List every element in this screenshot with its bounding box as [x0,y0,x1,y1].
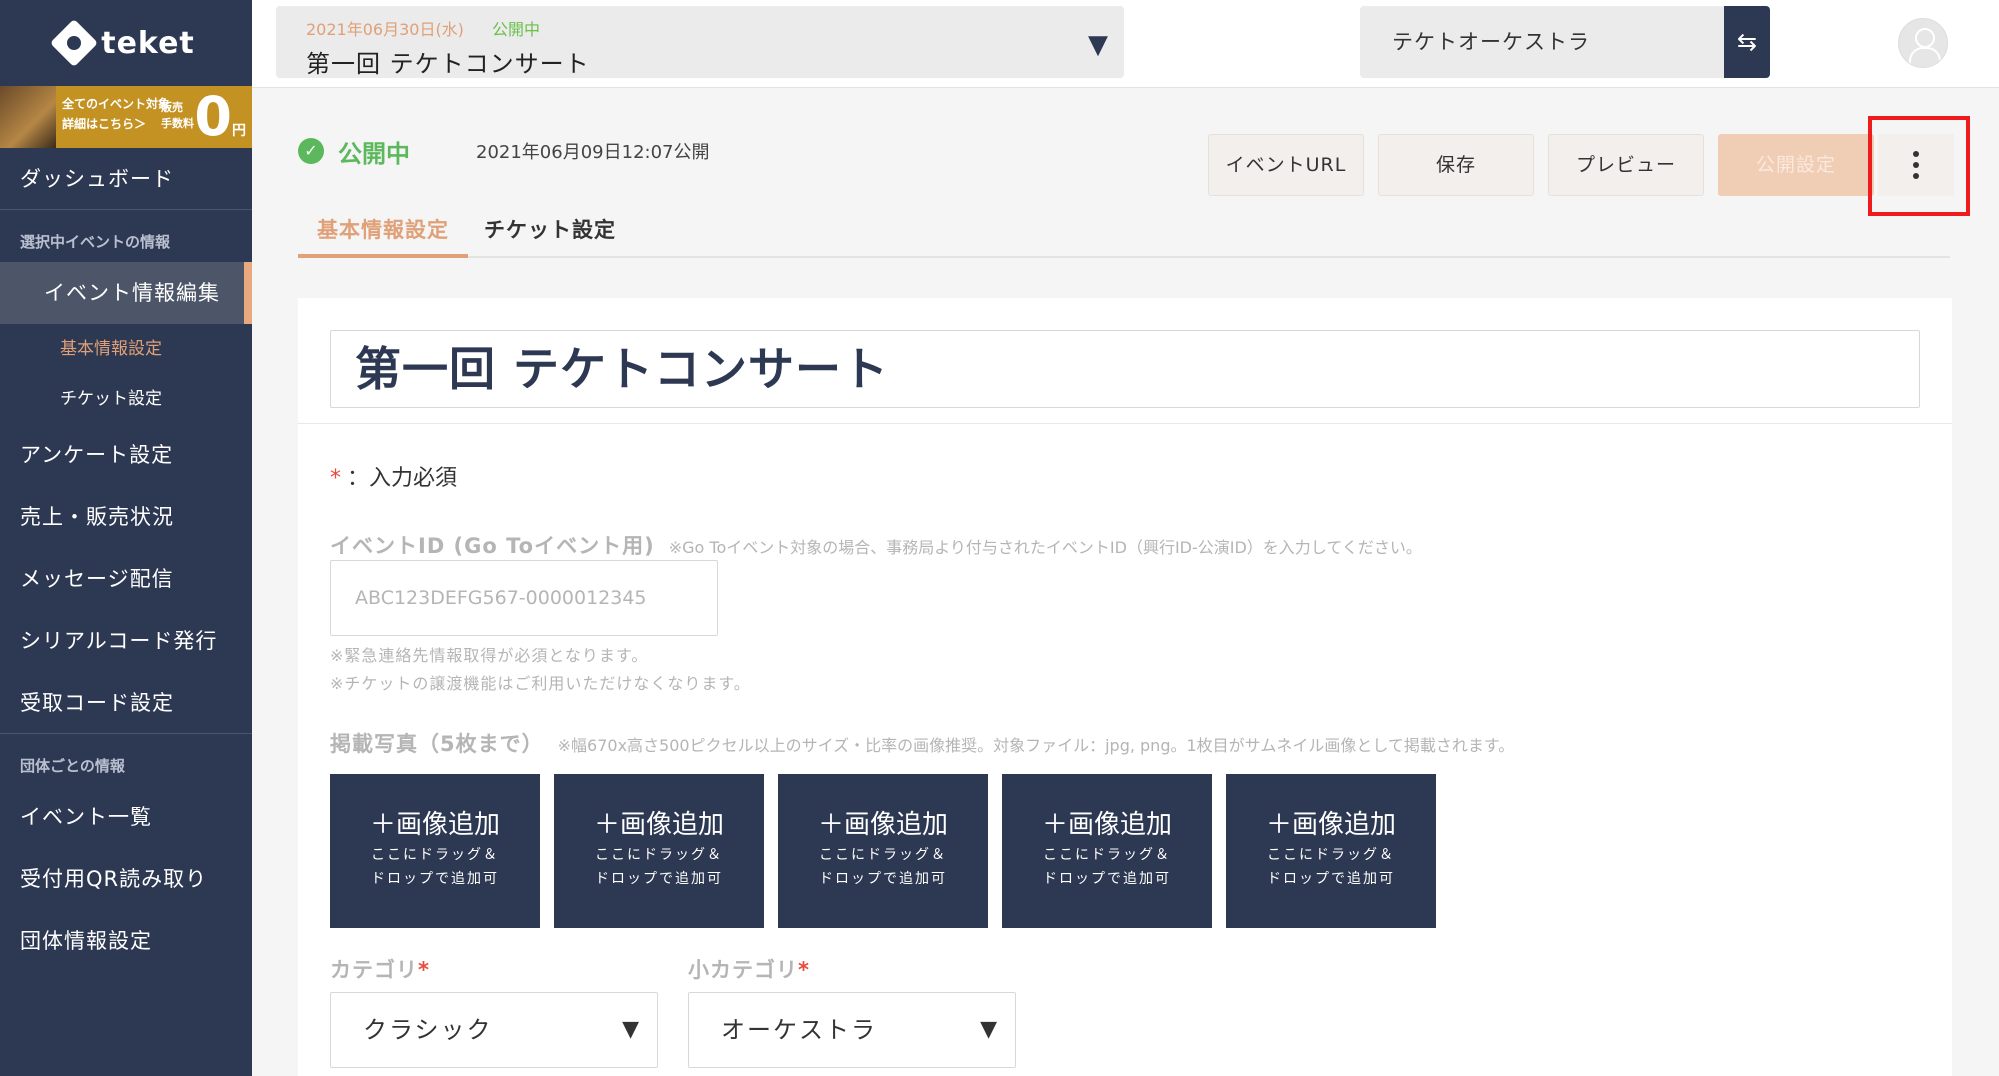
banner-photo [0,86,56,148]
tab-basic[interactable]: 基本情報設定 [298,206,468,258]
add-image-label: ＋画像追加 [369,810,500,840]
tab-ticket[interactable]: チケット設定 [484,206,616,258]
preview-button[interactable]: プレビュー [1548,134,1704,196]
check-circle-icon: ✓ [298,138,324,164]
subcategory-label-text: 小カテゴリ [688,958,798,982]
publish-settings-button[interactable]: 公開設定 [1718,134,1874,196]
save-button[interactable]: 保存 [1378,134,1534,196]
required-note-text: ：入力必須 [347,466,458,491]
tabs: 基本情報設定 チケット設定 [298,206,1950,258]
event-name: 第一回 テケトコンサート [306,50,590,78]
add-image-tile[interactable]: ＋画像追加 ここにドラッグ＆ ドロップで追加可 [1226,774,1436,928]
photo-label: 掲載写真（5枚まで） ※幅670x高さ500ピクセル以上のサイズ・比率の画像推奨。… [330,728,1514,758]
event-id-note2: ※チケットの譲渡機能はご利用いただけなくなります。 [330,674,751,693]
event-meta: 2021年06月30日(水) 公開中 [306,16,1094,40]
drag-drop-hint-2: ドロップで追加可 [371,871,499,887]
add-image-label: ＋画像追加 [1041,810,1172,840]
sidebar-item-receipt[interactable]: 受取コード設定 [0,672,252,734]
event-date: 2021年06月30日(水) [306,20,464,39]
more-options-icon[interactable] [1878,134,1954,196]
required-asterisk: * [330,466,341,491]
dot [1913,162,1919,168]
add-image-tile[interactable]: ＋画像追加 ここにドラッグ＆ ドロップで追加可 [330,774,540,928]
category-select[interactable]: クラシック ▼ [330,992,658,1068]
drag-drop-hint-2: ドロップで追加可 [595,871,723,887]
sidebar-item-org-settings[interactable]: 団体情報設定 [0,910,252,972]
sidebar-item-event-list[interactable]: イベント一覧 [0,786,252,848]
banner-yen: 円 [232,123,246,139]
drag-drop-hint-1: ここにドラッグ＆ [1267,847,1395,863]
sidebar-item-message[interactable]: メッセージ配信 [0,548,252,610]
banner-fee-label2: 手数料 [161,117,194,130]
org-name: テケトオーケストラ [1360,6,1724,78]
event-url-button[interactable]: イベントURL [1208,134,1364,196]
logo[interactable]: teket [0,0,252,86]
dot [1913,173,1919,179]
drag-drop-hint-2: ドロップで追加可 [1267,871,1395,887]
sidebar-subitem-basic[interactable]: 基本情報設定 [0,324,252,374]
publish-status: 公開中 [338,140,410,168]
required-asterisk: * [798,958,810,982]
drag-drop-hint-1: ここにドラッグ＆ [371,847,499,863]
sidebar-item-sales[interactable]: 売上・販売状況 [0,486,252,548]
banner-zero: 0円 [194,86,246,148]
drag-drop-hint-1: ここにドラッグ＆ [595,847,723,863]
banner-fee: 販売 手数料 [161,100,194,132]
required-note: * ：入力必須 [330,460,457,492]
sidebar-item-qr[interactable]: 受付用QR読み取り [0,848,252,910]
topbar: 2021年06月30日(水) 公開中 第一回 テケトコンサート ▼ テケトオーケス… [252,0,1999,88]
sidebar-section-org: 団体ごとの情報 [20,757,125,775]
category-label: カテゴリ* [330,954,430,984]
event-title-input[interactable]: 第一回 テケトコンサート [330,330,1920,408]
sidebar-item-serial[interactable]: シリアルコード発行 [0,610,252,672]
drag-drop-hint-2: ドロップで追加可 [819,871,947,887]
promo-banner[interactable]: 全てのイベント対象 詳細はこちら＞ 販売 手数料 0円 [0,86,252,148]
sidebar-subitem-ticket[interactable]: チケット設定 [0,374,252,424]
sidebar-item-event-edit[interactable]: イベント情報編集 [0,262,252,324]
required-asterisk: * [418,958,430,982]
sidebar-item-survey[interactable]: アンケート設定 [0,424,252,486]
category-value: クラシック [363,1016,493,1044]
drag-drop-hint-1: ここにドラッグ＆ [1043,847,1171,863]
photo-hint: ※幅670x高さ500ピクセル以上のサイズ・比率の画像推奨。対象ファイル：jpg… [557,736,1515,755]
published-at: 2021年06月09日12:07公開 [476,142,710,163]
banner-zero-digit: 0 [194,86,232,148]
banner-text: 全てのイベント対象 詳細はこちら＞ 販売 手数料 0円 [56,86,252,148]
sidebar: teket 全てのイベント対象 詳細はこちら＞ 販売 手数料 0円 ダッシュボー… [0,0,252,1076]
teket-logo-icon [50,18,99,68]
caret-down-icon: ▼ [1088,30,1108,60]
sidebar-item-dashboard[interactable]: ダッシュボード [0,148,252,210]
event-id-label-text: イベントID (Go Toイベント用) [330,534,655,558]
add-image-label: ＋画像追加 [817,810,948,840]
logo-text: teket [101,25,195,61]
title-area: 第一回 テケトコンサート [298,298,1952,424]
drag-drop-hint-1: ここにドラッグ＆ [819,847,947,863]
photo-label-text: 掲載写真（5枚まで） [330,732,544,756]
subcategory-select[interactable]: オーケストラ ▼ [688,992,1016,1068]
add-image-label: ＋画像追加 [593,810,724,840]
form-card: 第一回 テケトコンサート * ：入力必須 イベントID (Go Toイベント用) ※… [298,298,1952,1076]
add-image-tile[interactable]: ＋画像追加 ここにドラッグ＆ ドロップで追加可 [1002,774,1212,928]
caret-down-icon: ▼ [980,1017,999,1042]
event-id-input[interactable]: ABC123DEFG567-0000012345 [330,560,718,636]
add-image-tile[interactable]: ＋画像追加 ここにドラッグ＆ ドロップで追加可 [554,774,764,928]
switch-org-icon[interactable]: ⇆ [1724,6,1770,78]
event-id-hint: ※Go Toイベント対象の場合、事務局より付与されたイベントID（興行ID-公演… [668,538,1422,557]
subcategory-value: オーケストラ [721,1016,877,1044]
event-id-note1: ※緊急連絡先情報取得が必須となります。 [330,646,649,665]
event-id-label: イベントID (Go Toイベント用) ※Go Toイベント対象の場合、事務局より… [330,530,1422,560]
avatar-icon[interactable] [1898,18,1948,68]
drag-drop-hint-2: ドロップで追加可 [1043,871,1171,887]
subcategory-label: 小カテゴリ* [688,954,810,984]
event-status: 公開中 [491,20,540,39]
banner-fee-label1: 販売 [161,101,183,114]
dot [1913,151,1919,157]
caret-down-icon: ▼ [622,1017,641,1042]
add-image-label: ＋画像追加 [1265,810,1396,840]
sidebar-section-selected-event: 選択中イベントの情報 [20,233,171,251]
add-image-tile[interactable]: ＋画像追加 ここにドラッグ＆ ドロップで追加可 [778,774,988,928]
category-label-text: カテゴリ [330,958,418,982]
event-selector[interactable]: 2021年06月30日(水) 公開中 第一回 テケトコンサート ▼ [276,6,1124,78]
